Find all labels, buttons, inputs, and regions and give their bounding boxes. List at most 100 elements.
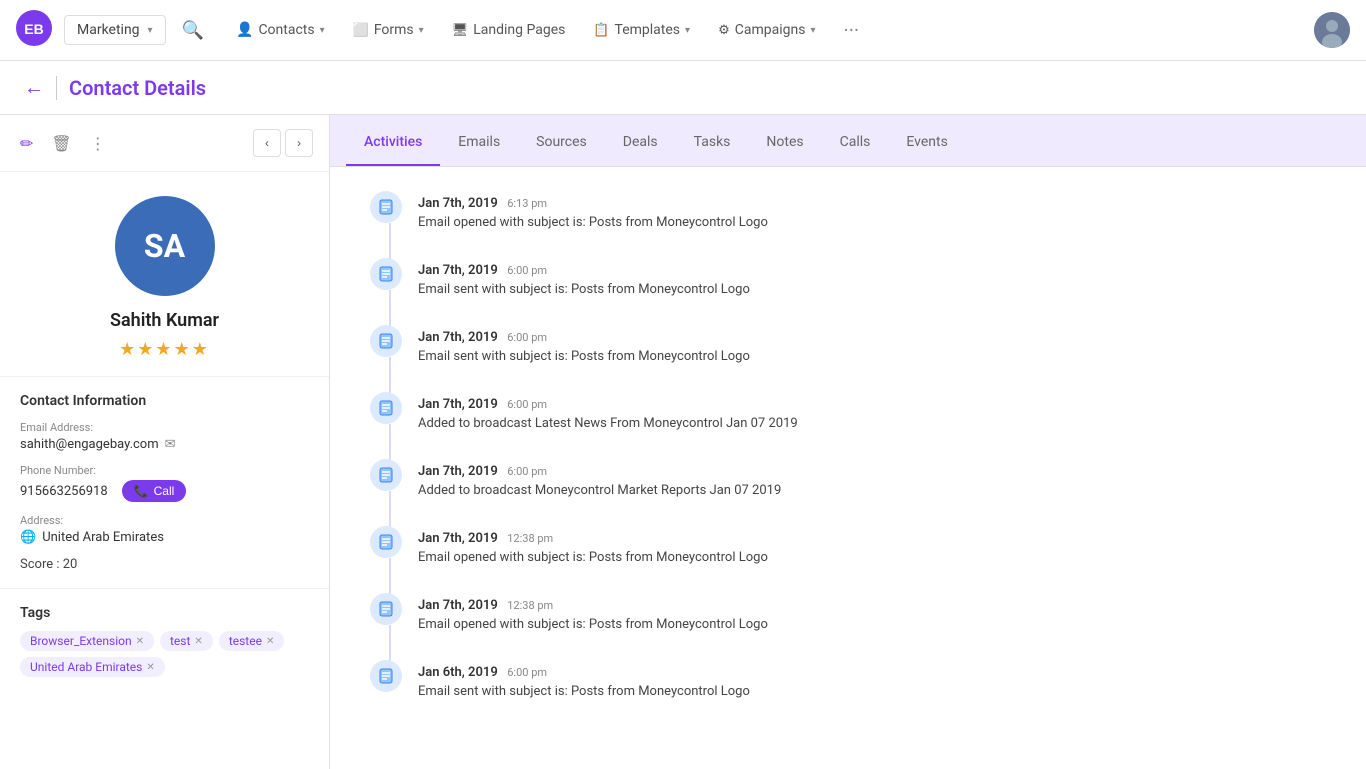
next-contact-button[interactable]: › (285, 129, 313, 157)
workspace-chevron: ▾ (148, 25, 153, 36)
tabs-bar: ActivitiesEmailsSourcesDealsTasksNotesCa… (330, 115, 1366, 167)
call-label: Call (154, 484, 175, 498)
nav-forms-label: Forms (374, 22, 414, 38)
email-value: sahith@engagebay.com ✉ (20, 437, 309, 452)
tab-sources[interactable]: Sources (518, 120, 605, 166)
more-options-icon[interactable]: ⋮ (86, 130, 110, 157)
contact-name: Sahith Kumar (110, 310, 219, 331)
timeline-time: 6:00 pm (507, 465, 547, 478)
contact-rating: ★★★★★ (119, 339, 210, 360)
timeline-text: Email opened with subject is: Posts from… (418, 215, 1326, 230)
contact-info-title: Contact Information (20, 393, 309, 409)
avatar-section: SA Sahith Kumar ★★★★★ (0, 172, 329, 376)
timeline-date: Jan 7th, 2019 (418, 531, 498, 546)
timeline-item: Jan 7th, 2019 6:00 pm Email sent with su… (370, 258, 1326, 297)
campaigns-chevron: ▾ (810, 25, 815, 36)
nav-forms[interactable]: ⬜ Forms ▾ (341, 14, 436, 46)
tag-label: testee (229, 634, 262, 648)
timeline-icon (370, 459, 402, 491)
nav-templates-label: Templates (615, 22, 681, 38)
tag-label: United Arab Emirates (30, 660, 142, 674)
address-label: Address: (20, 514, 309, 527)
workspace-dropdown[interactable]: Marketing ▾ (64, 15, 166, 45)
timeline-text: Email opened with subject is: Posts from… (418, 617, 1326, 632)
phone-icon: 📞 (134, 484, 149, 498)
timeline-date: Jan 7th, 2019 (418, 196, 498, 211)
nav-landing-pages[interactable]: 🖥 Landing Pages (440, 14, 578, 46)
left-panel: ✏ 🗑 ⋮ ‹ › SA Sahith Kumar ★★★★★ Contact … (0, 115, 330, 769)
navbar: EB Marketing ▾ 🔍 👤 Contacts ▾ ⬜ Forms ▾ … (0, 0, 1366, 61)
timeline-content: Jan 6th, 2019 6:00 pm Email sent with su… (418, 660, 1326, 699)
timeline-text: Email sent with subject is: Posts from M… (418, 282, 1326, 297)
timeline-icon (370, 258, 402, 290)
contact-toolbar: ✏ 🗑 ⋮ ‹ › (0, 115, 329, 172)
tab-emails[interactable]: Emails (440, 120, 518, 166)
tab-notes[interactable]: Notes (748, 120, 821, 166)
timeline-item: Jan 7th, 2019 6:00 pm Added to broadcast… (370, 459, 1326, 498)
forms-icon: ⬜ (353, 23, 369, 38)
timeline-content: Jan 7th, 2019 12:38 pm Email opened with… (418, 593, 1326, 632)
tag-item: United Arab Emirates ✕ (20, 657, 165, 677)
timeline-item: Jan 7th, 2019 6:00 pm Added to broadcast… (370, 392, 1326, 431)
timeline-date: Jan 7th, 2019 (418, 263, 498, 278)
tab-calls[interactable]: Calls (822, 120, 889, 166)
email-label: Email Address: (20, 421, 309, 434)
nav-campaigns[interactable]: ⚙ Campaigns ▾ (706, 14, 827, 46)
timeline-text: Added to broadcast Moneycontrol Market R… (418, 483, 1326, 498)
tab-tasks[interactable]: Tasks (676, 120, 749, 166)
timeline-text: Added to broadcast Latest News From Mone… (418, 416, 1326, 431)
score-value: Score : 20 (20, 557, 77, 572)
search-icon[interactable]: 🔍 (182, 20, 204, 41)
phone-number: 915663256918 (20, 484, 108, 499)
tags-list: Browser_Extension✕test✕testee✕United Ara… (20, 631, 309, 677)
nav-templates[interactable]: 📋 Templates ▾ (581, 14, 702, 46)
timeline-time: 6:00 pm (507, 398, 547, 411)
tab-events[interactable]: Events (888, 120, 965, 166)
tag-close-icon[interactable]: ✕ (146, 662, 154, 673)
page-title: Contact Details (69, 76, 206, 100)
timeline-time: 6:00 pm (507, 331, 547, 344)
header-divider (56, 76, 57, 100)
timeline-icon (370, 526, 402, 558)
address-value: 🌐 United Arab Emirates (20, 530, 309, 545)
app-logo[interactable]: EB (16, 10, 52, 50)
contact-info-section: Contact Information Email Address: sahit… (0, 376, 329, 588)
templates-chevron: ▾ (685, 25, 690, 36)
campaigns-icon: ⚙ (718, 23, 730, 38)
svg-text:EB: EB (24, 21, 43, 37)
nav-landing-pages-label: Landing Pages (473, 22, 565, 38)
timeline-time: 6:00 pm (507, 666, 547, 679)
tag-close-icon[interactable]: ✕ (194, 636, 202, 647)
timeline-time: 6:00 pm (507, 264, 547, 277)
tag-close-icon[interactable]: ✕ (266, 636, 274, 647)
timeline-text: Email opened with subject is: Posts from… (418, 550, 1326, 565)
contacts-chevron: ▾ (320, 25, 325, 36)
back-button[interactable]: ← (24, 75, 44, 100)
timeline-time: 12:38 pm (507, 599, 553, 612)
phone-value: 915663256918 📞 Call (20, 480, 309, 502)
tag-item: test✕ (160, 631, 213, 651)
timeline-icon (370, 660, 402, 692)
delete-icon[interactable]: 🗑 (47, 130, 75, 157)
page-header: ← Contact Details (0, 61, 1366, 115)
timeline-date: Jan 7th, 2019 (418, 598, 498, 613)
call-button[interactable]: 📞 Call (122, 480, 187, 502)
forms-chevron: ▾ (419, 25, 424, 36)
timeline-content: Jan 7th, 2019 6:13 pm Email opened with … (418, 191, 1326, 230)
nav-contacts-label: Contacts (258, 22, 314, 38)
tab-deals[interactable]: Deals (605, 120, 676, 166)
prev-contact-button[interactable]: ‹ (253, 129, 281, 157)
timeline-date: Jan 7th, 2019 (418, 397, 498, 412)
timeline-item: Jan 7th, 2019 6:13 pm Email opened with … (370, 191, 1326, 230)
tag-close-icon[interactable]: ✕ (136, 636, 144, 647)
nav-more-btn[interactable]: ··· (831, 10, 871, 50)
edit-icon[interactable]: ✏ (16, 130, 37, 157)
nav-contacts[interactable]: 👤 Contacts ▾ (224, 14, 337, 46)
tab-activities[interactable]: Activities (346, 120, 440, 166)
globe-icon: 🌐 (20, 530, 36, 545)
tag-item: testee ✕ (219, 631, 285, 651)
timeline: Jan 7th, 2019 6:13 pm Email opened with … (330, 167, 1366, 723)
timeline-item: Jan 7th, 2019 12:38 pm Email opened with… (370, 593, 1326, 632)
right-panel: ActivitiesEmailsSourcesDealsTasksNotesCa… (330, 115, 1366, 769)
user-avatar[interactable] (1314, 12, 1350, 48)
